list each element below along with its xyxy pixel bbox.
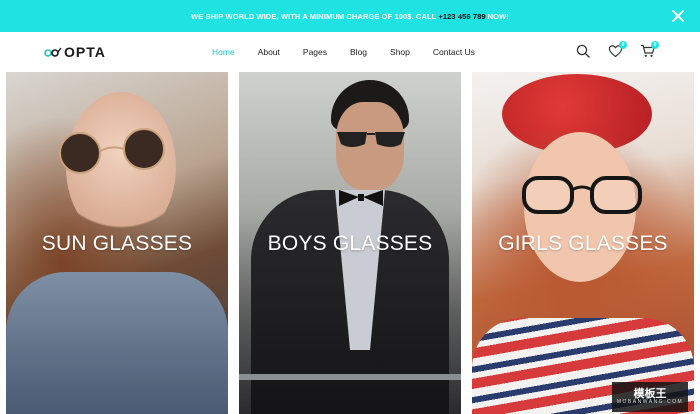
category-card-girls-glasses[interactable]: GIRLS GLASSES	[472, 72, 694, 414]
search-icon[interactable]	[572, 40, 594, 62]
main-nav: Home About Pages Blog Shop Contact Us	[212, 32, 498, 72]
header-icons: 0 0	[572, 40, 659, 62]
announcement-bar: We ship world wide, with a minimum charg…	[0, 0, 700, 32]
logo[interactable]: OPTA	[44, 44, 106, 60]
bow-tie-icon	[339, 190, 383, 206]
site-header: OPTA Home About Pages Blog Shop Contact …	[0, 32, 700, 72]
wishlist-button[interactable]: 0	[604, 40, 627, 62]
railing-shape	[239, 374, 461, 380]
glasses-logo-icon	[44, 47, 62, 57]
wishlist-count-badge: 0	[619, 41, 627, 49]
nav-item-blog[interactable]: Blog	[350, 47, 367, 57]
nav-item-home[interactable]: Home	[212, 47, 235, 57]
nav-item-shop[interactable]: Shop	[390, 47, 410, 57]
round-sunglasses-icon	[59, 128, 165, 174]
nav-item-about[interactable]: About	[258, 47, 280, 57]
close-icon[interactable]	[670, 8, 686, 24]
category-title: BOYS GLASSES	[267, 232, 433, 255]
nav-item-pages[interactable]: Pages	[303, 47, 327, 57]
logo-text: OPTA	[64, 44, 106, 60]
denim-jacket-shape	[6, 272, 228, 414]
aviator-sunglasses-icon	[337, 132, 405, 147]
category-card-boys-glasses[interactable]: BOYS GLASSES	[239, 72, 461, 414]
watermark-logo: 模板王 MOBANWANG.COM	[612, 382, 688, 412]
category-card-sun-glasses[interactable]: SUN GLASSES	[6, 72, 228, 414]
category-title: GIRLS GLASSES	[498, 232, 668, 255]
cart-count-badge: 0	[651, 41, 659, 49]
category-cards: SUN GLASSES BOYS GLASSES GIRLS GLASSES 模…	[6, 72, 694, 414]
black-eyeglasses-icon	[522, 176, 642, 214]
nav-item-contact[interactable]: Contact Us	[433, 47, 475, 57]
cart-button[interactable]: 0	[636, 40, 659, 62]
announcement-text-end: Now!	[487, 11, 509, 21]
watermark-subtitle: MOBANWANG.COM	[616, 399, 684, 406]
category-title: SUN GLASSES	[41, 232, 193, 255]
announcement-phone[interactable]: +123 456 789	[438, 12, 485, 21]
announcement-text: We ship world wide, with a minimum charg…	[191, 11, 437, 21]
